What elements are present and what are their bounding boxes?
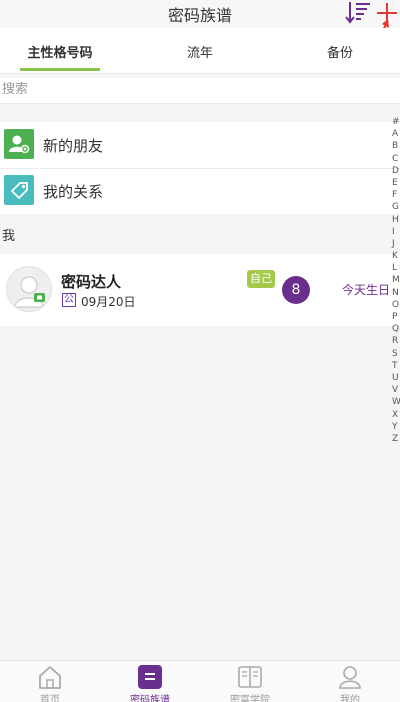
index-letter[interactable]: P xyxy=(392,311,400,323)
index-letter[interactable]: O xyxy=(392,299,400,311)
avatar xyxy=(6,266,52,312)
birthday-status: 今天生日 xyxy=(342,283,391,297)
menu-item-label: 我的关系 xyxy=(43,183,104,201)
index-letter[interactable]: E xyxy=(392,177,400,189)
index-letter[interactable]: V xyxy=(392,384,400,396)
index-letter[interactable]: Y xyxy=(392,421,400,433)
nav-label: 密富学院 xyxy=(230,695,270,702)
tag-icon xyxy=(4,175,34,205)
contact-name: 密码达人 xyxy=(61,273,122,291)
menu-item-new-friends[interactable]: 新的朋友 xyxy=(0,122,400,168)
index-letter[interactable]: A xyxy=(392,128,400,140)
index-letter[interactable]: J xyxy=(392,238,400,250)
index-letter[interactable]: X xyxy=(392,409,400,421)
book-icon xyxy=(238,666,262,688)
menu-item-my-relations[interactable]: 我的关系 xyxy=(0,168,400,214)
index-letter[interactable]: B xyxy=(392,140,400,152)
personality-number-badge: 8 xyxy=(282,276,310,304)
index-letter[interactable]: K xyxy=(392,250,400,262)
self-badge: 自己 xyxy=(247,270,275,288)
nav-label: 首页 xyxy=(40,695,60,702)
nav-label: 我的 xyxy=(340,695,360,702)
menu-list: 新的朋友 我的关系 xyxy=(0,122,400,214)
nav-label: 密码族谱 xyxy=(130,695,170,702)
tab-backup[interactable]: 备份 xyxy=(280,28,400,74)
section-header: 我 xyxy=(2,229,16,244)
page-title: 密码族谱 xyxy=(167,6,232,25)
genealogy-icon xyxy=(138,665,162,689)
index-letter[interactable]: Q xyxy=(392,323,400,335)
index-letter[interactable]: T xyxy=(392,360,400,372)
index-letter[interactable]: D xyxy=(392,165,400,177)
profile-icon xyxy=(339,666,361,689)
index-letter[interactable]: I xyxy=(392,226,400,238)
nav-academy[interactable]: 密富学院 xyxy=(200,661,300,702)
default-avatar-icon xyxy=(14,276,45,308)
menu-item-label: 新的朋友 xyxy=(43,137,104,155)
index-letter[interactable]: # xyxy=(392,116,400,128)
home-icon xyxy=(39,666,61,689)
index-letter[interactable]: R xyxy=(392,335,400,347)
nav-home[interactable]: 首页 xyxy=(0,661,100,702)
nav-profile[interactable]: 我的 xyxy=(300,661,400,702)
alphabet-index[interactable]: # A B C D E F G H I J K L M N O P Q R S T U V W X Y Z xyxy=(392,116,400,445)
tab-annual[interactable]: 流年 xyxy=(140,28,260,74)
index-letter[interactable]: L xyxy=(392,262,400,274)
contact-row[interactable]: 密码达人 公 09月20日 自己 8 今天生日 xyxy=(0,254,400,326)
index-letter[interactable]: U xyxy=(392,372,400,384)
active-tab-indicator xyxy=(20,68,100,71)
index-letter[interactable]: H xyxy=(392,214,400,226)
index-letter[interactable]: W xyxy=(392,396,400,408)
new-friend-icon xyxy=(4,129,34,159)
index-letter[interactable]: G xyxy=(392,201,400,213)
nav-genealogy[interactable]: 密码族谱 xyxy=(100,661,200,702)
index-letter[interactable]: C xyxy=(392,153,400,165)
gender-tag: 公 xyxy=(62,293,76,307)
index-letter[interactable]: N xyxy=(392,287,400,299)
search-input[interactable]: 搜索 xyxy=(0,78,400,104)
contact-birthdate: 09月20日 xyxy=(81,295,136,309)
bottom-nav: 首页 密码族谱 密富学院 我的 xyxy=(0,660,400,702)
index-letter[interactable]: F xyxy=(392,189,400,201)
index-letter[interactable]: Z xyxy=(392,433,400,445)
index-letter[interactable]: M xyxy=(392,274,400,286)
top-bar: 密码族谱 xyxy=(0,0,400,28)
index-letter[interactable]: S xyxy=(392,348,400,360)
